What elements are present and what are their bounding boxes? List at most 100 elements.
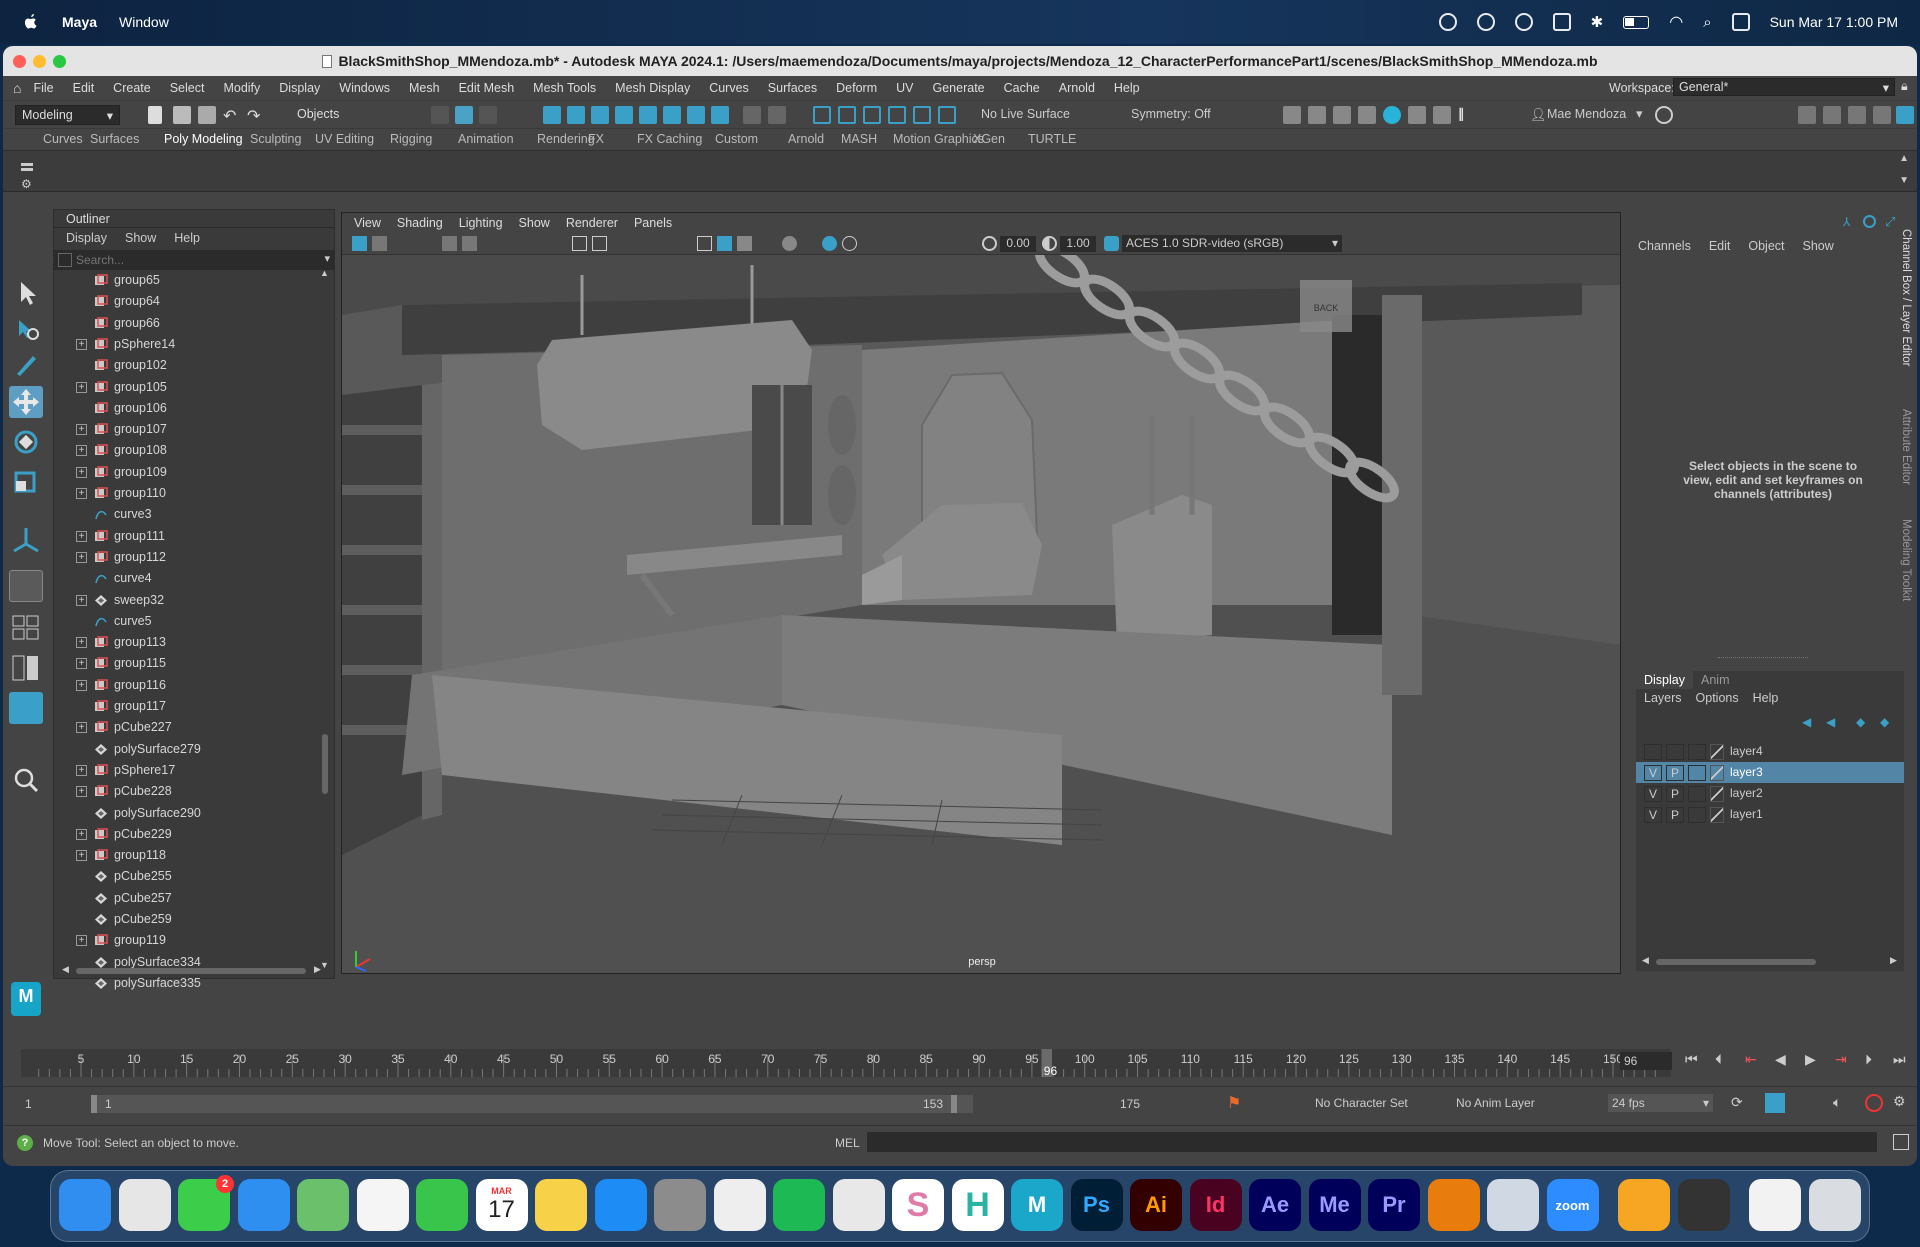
outliner-item[interactable]: group102: [54, 355, 324, 376]
grid-toggle-icon[interactable]: [572, 236, 587, 251]
spotify-dock-icon[interactable]: [773, 1179, 825, 1231]
maps-dock-icon[interactable]: [297, 1179, 349, 1231]
render-frame-icon[interactable]: [1308, 106, 1326, 124]
loop-icon[interactable]: ⟳: [1731, 1094, 1743, 1111]
menu-mesh[interactable]: Mesh: [409, 81, 440, 95]
menu-surfaces[interactable]: Surfaces: [768, 81, 817, 95]
outliner-item[interactable]: group106: [54, 398, 324, 419]
workspace-select[interactable]: General* ▾: [1673, 78, 1895, 96]
layer-menu-options[interactable]: Options: [1696, 691, 1739, 705]
expand-icon[interactable]: +: [76, 637, 87, 649]
step-back-frame-icon[interactable]: ⇤: [1745, 1051, 1757, 1068]
gamma-icon[interactable]: [1042, 236, 1057, 251]
mac-app-name[interactable]: Maya: [62, 14, 97, 30]
pages-dock-icon[interactable]: [1618, 1179, 1670, 1231]
ipr-render-icon[interactable]: [1333, 106, 1351, 124]
image-plane-icon[interactable]: [462, 236, 477, 251]
start-time-field[interactable]: 1: [21, 1095, 79, 1113]
wireframe-icon[interactable]: [697, 236, 712, 251]
audio-icon[interactable]: 🔈︎: [1833, 1094, 1841, 1111]
s-app-dock-icon[interactable]: S: [892, 1179, 944, 1231]
facetime-dock-icon[interactable]: [416, 1179, 468, 1231]
snap-pivot-icon[interactable]: [687, 106, 705, 124]
outliner-menu-help[interactable]: Help: [174, 231, 200, 245]
outliner-item[interactable]: curve3: [54, 504, 324, 525]
outliner-item[interactable]: polySurface279: [54, 739, 324, 760]
layer-playback-toggle[interactable]: [1666, 744, 1684, 760]
outliner-item[interactable]: group66: [54, 313, 324, 334]
outliner-item[interactable]: polySurface335: [54, 973, 324, 994]
current-frame-field[interactable]: 96: [1620, 1052, 1672, 1070]
channel-box-splitter[interactable]: [1718, 657, 1808, 658]
color-management-icon[interactable]: [1104, 236, 1119, 251]
end-time-field[interactable]: 175: [1116, 1095, 1174, 1113]
anim-layer-select[interactable]: No Anim Layer: [1456, 1096, 1535, 1110]
side-tab-attribute-editor[interactable]: Attribute Editor: [1900, 409, 1912, 485]
shelf-tab-rendering[interactable]: Rendering: [537, 132, 595, 146]
layer-move-down-icon[interactable]: ◀: [1826, 715, 1835, 729]
minimize-window-button[interactable]: [33, 55, 46, 68]
layer-row[interactable]: V Player3: [1636, 762, 1904, 783]
expand-icon[interactable]: +: [76, 935, 87, 947]
scale-tool-icon[interactable]: [9, 464, 43, 496]
outliner-item[interactable]: pCube255: [54, 866, 324, 887]
outliner-item[interactable]: + pSphere17: [54, 760, 324, 781]
select-tool-icon[interactable]: [9, 276, 43, 308]
menu-arnold[interactable]: Arnold: [1059, 81, 1095, 95]
shelf-tab-uv-editing[interactable]: UV Editing: [315, 132, 374, 146]
outliner-item[interactable]: + group110: [54, 483, 324, 504]
soft-select-icon[interactable]: [768, 106, 786, 124]
play-forward-icon[interactable]: ▶: [1805, 1051, 1816, 1068]
close-window-button[interactable]: [13, 55, 26, 68]
layer-type-toggle[interactable]: [1688, 807, 1706, 823]
zoom-search-icon[interactable]: [9, 764, 43, 796]
side-tab-channel-box-layer-editor[interactable]: Channel Box / Layer Editor: [1900, 229, 1912, 366]
outliner-menu-show[interactable]: Show: [125, 231, 156, 245]
render-view-icon[interactable]: [1283, 106, 1301, 124]
lights-icon[interactable]: [782, 236, 797, 251]
menu-uv[interactable]: UV: [896, 81, 913, 95]
bookmarks-icon[interactable]: [442, 236, 457, 251]
outliner-item[interactable]: curve4: [54, 568, 324, 589]
expand-icon[interactable]: +: [76, 530, 87, 542]
expand-icon[interactable]: +: [76, 338, 87, 350]
layer-playback-toggle[interactable]: P: [1666, 765, 1684, 781]
view-cube-label[interactable]: BACK: [1314, 303, 1339, 313]
shelf-tab-arnold[interactable]: Arnold: [788, 132, 824, 146]
messages-dock-icon[interactable]: 2: [178, 1175, 234, 1231]
symmetry-label[interactable]: Symmetry: Off: [1131, 107, 1211, 121]
smooth-shade-icon[interactable]: [717, 236, 732, 251]
outliner-search-dropdown-icon[interactable]: ▾: [324, 252, 330, 265]
menu-display[interactable]: Display: [279, 81, 320, 95]
shelf-tab-sculpting[interactable]: Sculpting: [250, 132, 301, 146]
menu-help[interactable]: Help: [1114, 81, 1140, 95]
calendar-dock-icon[interactable]: MAR 17: [475, 1179, 528, 1231]
lasso-tool-icon[interactable]: [9, 312, 43, 344]
menu-generate[interactable]: Generate: [933, 81, 985, 95]
outliner-search-input[interactable]: [76, 251, 316, 268]
hypershade-icon[interactable]: [1383, 106, 1401, 124]
outliner-item[interactable]: group117: [54, 696, 324, 717]
expand-icon[interactable]: +: [76, 764, 87, 776]
character-set-select[interactable]: No Character Set: [1315, 1096, 1408, 1110]
outliner-item[interactable]: + sweep32: [54, 590, 324, 611]
script-editor-icon[interactable]: [1893, 1134, 1909, 1150]
shelf-menu-icon[interactable]: [21, 163, 33, 166]
expand-icon[interactable]: +: [76, 828, 87, 840]
menu-modify[interactable]: Modify: [223, 81, 260, 95]
wifi-icon[interactable]: ◠: [1669, 12, 1683, 32]
select-camera-icon[interactable]: [352, 236, 367, 251]
layer-visibility-toggle[interactable]: V: [1644, 786, 1662, 802]
tool-settings-icon[interactable]: [1848, 106, 1866, 124]
indesign-dock-icon[interactable]: Id: [1189, 1179, 1242, 1231]
exposure-icon[interactable]: [982, 236, 997, 251]
fps-select[interactable]: 24 fps ▾: [1608, 1094, 1713, 1112]
menu-edit[interactable]: Edit: [73, 81, 95, 95]
select-hierarchy-icon[interactable]: [431, 106, 449, 124]
layer-menu-layers[interactable]: Layers: [1644, 691, 1682, 705]
3d-scene[interactable]: BACK persp: [342, 255, 1621, 974]
select-object-icon[interactable]: [455, 106, 473, 124]
universal-manipulator-icon[interactable]: [9, 524, 43, 556]
user-dropdown-icon[interactable]: ▾: [1636, 106, 1643, 122]
go-to-end-icon[interactable]: ⏭︎: [1893, 1051, 1906, 1068]
